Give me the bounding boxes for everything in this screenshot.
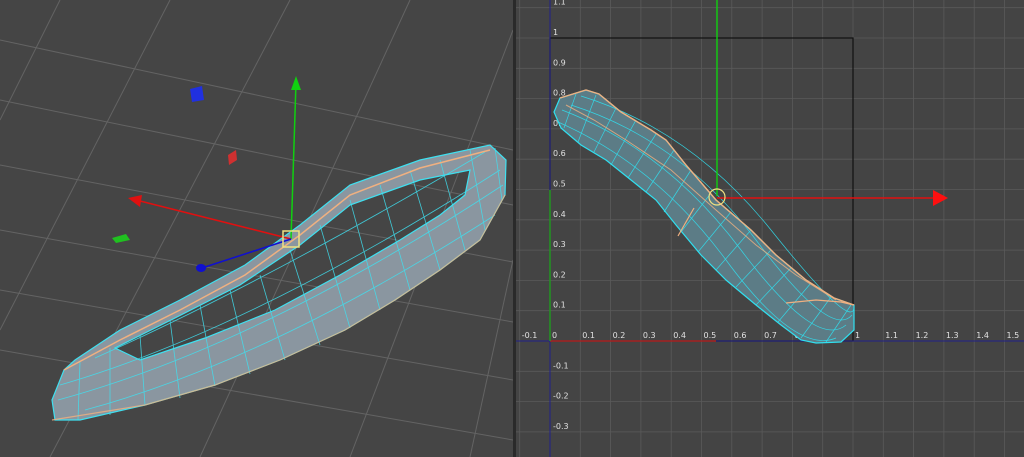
uv-texture-editor[interactable]: -0.100.10.20.30.40.50.60.70.80.911.11.21…	[516, 0, 1024, 457]
u-tick-label: 0	[552, 331, 557, 340]
v-tick-label: 0.4	[553, 210, 566, 219]
perspective-viewport[interactable]	[0, 0, 513, 457]
v-tick-label: -0.2	[553, 392, 569, 401]
u-tick-label: 1.1	[885, 331, 898, 340]
v-tick-label: -0.1	[553, 361, 569, 370]
u-tick-label: 0.2	[613, 331, 626, 340]
v-tick-label: 0.5	[553, 180, 566, 189]
z-axis-handle[interactable]	[196, 264, 206, 272]
viewport-canvas[interactable]	[0, 0, 513, 457]
v-tick-label: 0.1	[553, 301, 566, 310]
u-tick-label: 1.2	[916, 331, 929, 340]
u-tick-label: 0.7	[764, 331, 777, 340]
v-tick-label: 0.3	[553, 240, 566, 249]
u-tick-label: 1.3	[946, 331, 959, 340]
uv-canvas[interactable]: -0.100.10.20.30.40.50.60.70.80.911.11.21…	[516, 0, 1024, 457]
v-tick-label: 1	[553, 28, 558, 37]
u-tick-label: 0.5	[704, 331, 717, 340]
u-tick-label: 1.4	[976, 331, 989, 340]
v-tick-label: 1.1	[553, 0, 566, 7]
u-tick-label: -0.1	[522, 331, 538, 340]
v-tick-label: 0.2	[553, 270, 566, 279]
u-tick-label: 0.3	[643, 331, 656, 340]
v-tick-label: 0.9	[553, 58, 566, 67]
u-tick-label: 1	[855, 331, 860, 340]
u-tick-label: 0.4	[673, 331, 686, 340]
u-tick-label: 0.1	[582, 331, 595, 340]
u-tick-label: 0.6	[734, 331, 747, 340]
v-tick-label: -0.3	[553, 422, 569, 431]
u-tick-label: 1.5	[1007, 331, 1020, 340]
v-tick-label: 0.6	[553, 149, 566, 158]
